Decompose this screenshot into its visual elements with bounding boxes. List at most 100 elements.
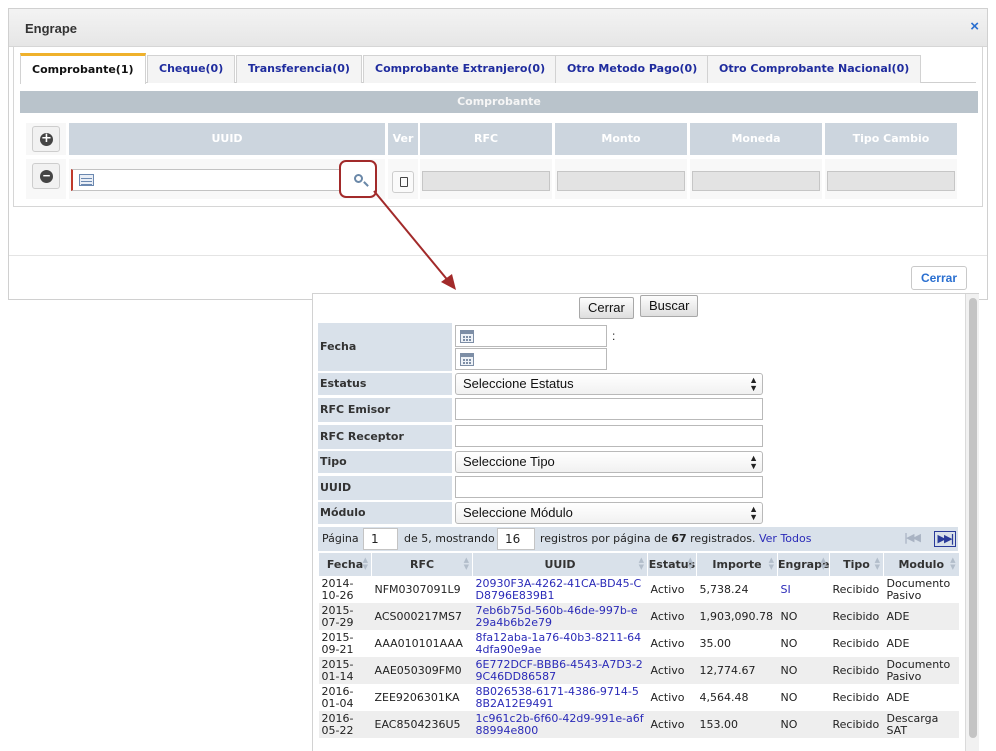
cell-modulo: ADE xyxy=(883,684,959,711)
table-row[interactable]: 2016-01-04 ZEE9206301KA 8B026538-6171-43… xyxy=(318,684,959,711)
cell-importe: 35.00 xyxy=(696,630,778,657)
cell-engrape: NO xyxy=(777,630,830,657)
cell-engrape-link[interactable]: SI xyxy=(777,576,830,603)
lookup-close-button[interactable]: Cerrar xyxy=(579,297,634,319)
table-row[interactable]: 2015-07-29 ACS000217MS7 7eb6b75d-560b-46… xyxy=(318,603,959,630)
minus-circle-icon: − xyxy=(40,169,53,183)
tab-otro-comprobante-nacional[interactable]: Otro Comprobante Nacional(0) xyxy=(707,55,922,83)
grid-moneda-cell xyxy=(690,159,822,199)
magnifier-icon xyxy=(354,174,363,183)
sort-icon: ▲ ▼ xyxy=(820,556,826,571)
cell-uuid-link[interactable]: 20930F3A-4262-41CA-BD45-CD8796E839B1 xyxy=(472,576,648,603)
tipo-select[interactable]: Seleccione Tipo ▲ ▼ xyxy=(455,451,763,473)
table-row[interactable]: 2016-05-22 EAC8504236U5 1c961c2b-6f60-42… xyxy=(318,711,959,738)
close-button[interactable]: Cerrar xyxy=(910,266,967,290)
cell-tipo: Recibido xyxy=(829,630,884,657)
uuid-filter-input[interactable] xyxy=(455,476,763,498)
column-header-estatus[interactable]: Estatus ▲ ▼ xyxy=(647,553,697,576)
rfc-receptor-input[interactable] xyxy=(455,425,763,447)
cell-modulo: Documento Pasivo xyxy=(883,657,959,684)
table-row[interactable]: 2015-01-14 AAE050309FM0 6E772DCF-BBB6-45… xyxy=(318,657,959,684)
table-row[interactable]: 2015-09-21 AAA010101AAA 8fa12aba-1a76-40… xyxy=(318,630,959,657)
panel-scrollbar[interactable] xyxy=(965,294,979,751)
cell-modulo: Documento Pasivo xyxy=(883,576,959,603)
pagination-bar: Página 1 de 5, mostrando 16 registros po… xyxy=(318,527,958,551)
document-icon xyxy=(400,177,408,187)
column-header-fecha[interactable]: Fecha ▲ ▼ xyxy=(318,553,372,576)
view-all-link[interactable]: Ver Todos xyxy=(759,532,811,545)
engrape-dialog: Engrape × Comprobante(1) Cheque(0) Trans… xyxy=(8,8,988,300)
text-field-icon xyxy=(79,174,94,186)
tab-comprobante-extranjero[interactable]: Comprobante Extranjero(0) xyxy=(363,55,558,83)
cell-fecha: 2016-01-04 xyxy=(318,684,372,711)
cell-uuid-link[interactable]: 7eb6b75d-560b-46de-997b-e29a4b6b2e79 xyxy=(472,603,648,630)
tab-transferencia[interactable]: Transferencia(0) xyxy=(236,55,362,83)
results-table: Fecha ▲ ▼ RFC ▲ ▼ UUID ▲ ▼ Estatus ▲ ▼ Importe ▲ ▼… xyxy=(318,553,959,738)
lookup-search-button[interactable]: Buscar xyxy=(640,295,699,317)
grid-ver-cell xyxy=(388,159,418,199)
page-number-input[interactable]: 1 xyxy=(363,528,398,550)
column-header-rfc[interactable]: RFC ▲ ▼ xyxy=(371,553,473,576)
cell-tipo: Recibido xyxy=(829,603,884,630)
cell-tipo: Recibido xyxy=(829,684,884,711)
fecha-hasta-input[interactable] xyxy=(455,348,607,370)
cell-fecha: 2015-01-14 xyxy=(318,657,372,684)
results-header-row: Fecha ▲ ▼ RFC ▲ ▼ UUID ▲ ▼ Estatus ▲ ▼ Importe ▲ ▼… xyxy=(318,553,959,576)
table-row[interactable]: 2014-10-26 NFM0307091L9 20930F3A-4262-41… xyxy=(318,576,959,603)
cell-estatus: Activo xyxy=(647,603,697,630)
column-header-tipo[interactable]: Tipo ▲ ▼ xyxy=(829,553,884,576)
rfc-emisor-input[interactable] xyxy=(455,398,763,420)
tab-comprobante[interactable]: Comprobante(1) xyxy=(20,53,146,84)
cell-uuid-link[interactable]: 8B026538-6171-4386-9714-58B2A12E9491 xyxy=(472,684,648,711)
cell-importe: 1,903,090.78 xyxy=(696,603,778,630)
last-page-icon[interactable]: ▶▶| xyxy=(934,531,956,547)
fecha-desde-input[interactable] xyxy=(455,325,607,347)
remove-row-button[interactable]: − xyxy=(32,163,60,189)
cell-tipo: Recibido xyxy=(829,657,884,684)
grid-rfc-cell xyxy=(420,159,552,199)
cell-importe: 153.00 xyxy=(696,711,778,738)
estatus-select[interactable]: Seleccione Estatus ▲ ▼ xyxy=(455,373,763,395)
first-page-icon[interactable]: |◀◀ xyxy=(904,531,924,547)
cell-fecha: 2015-07-29 xyxy=(318,603,372,630)
column-header-ver: Ver xyxy=(388,123,418,155)
grid-monto-cell xyxy=(555,159,687,199)
per-page-input[interactable]: 16 xyxy=(497,528,535,550)
cell-estatus: Activo xyxy=(647,711,697,738)
sort-icon: ▲ ▼ xyxy=(463,556,469,571)
column-header-importe[interactable]: Importe ▲ ▼ xyxy=(696,553,778,576)
view-document-button[interactable] xyxy=(392,171,414,193)
close-icon[interactable]: × xyxy=(970,19,979,35)
cell-uuid-link[interactable]: 8fa12aba-1a76-40b3-8211-644dfa90e9ae xyxy=(472,630,648,657)
sort-icon: ▲ ▼ xyxy=(874,556,880,571)
grid-tipo-cambio-cell xyxy=(825,159,957,199)
column-header-uuid[interactable]: UUID ▲ ▼ xyxy=(472,553,648,576)
dialog-title: Engrape xyxy=(25,21,78,36)
add-row-button[interactable]: + xyxy=(32,126,60,152)
tab-otro-metodo-pago[interactable]: Otro Metodo Pago(0) xyxy=(555,55,710,83)
column-header-tipo-cambio: Tipo Cambio xyxy=(825,123,957,155)
column-header-label: Modulo xyxy=(898,558,945,571)
uuid-input[interactable] xyxy=(71,169,345,191)
cell-fecha: 2016-05-22 xyxy=(318,711,372,738)
scrollbar-thumb[interactable] xyxy=(969,298,977,738)
tab-cheque[interactable]: Cheque(0) xyxy=(147,55,236,83)
modulo-select[interactable]: Seleccione Módulo ▲ ▼ xyxy=(455,502,763,524)
uuid-search-button[interactable] xyxy=(339,160,377,198)
cell-estatus: Activo xyxy=(647,684,697,711)
cell-importe: 12,774.67 xyxy=(696,657,778,684)
select-arrows-icon: ▲ ▼ xyxy=(749,375,758,393)
cell-uuid-link[interactable]: 6E772DCF-BBB6-4543-A7D3-29C46DD86587 xyxy=(472,657,648,684)
grid-remove-cell: − xyxy=(26,159,66,199)
cell-estatus: Activo xyxy=(647,576,697,603)
cell-uuid-link[interactable]: 1c961c2b-6f60-42d9-991e-a6f88994e800 xyxy=(472,711,648,738)
column-header-engrape[interactable]: Engrape ▲ ▼ xyxy=(777,553,830,576)
select-arrows-icon: ▲ ▼ xyxy=(749,453,758,471)
cell-tipo: Recibido xyxy=(829,576,884,603)
cell-importe: 5,738.24 xyxy=(696,576,778,603)
cell-fecha: 2015-09-21 xyxy=(318,630,372,657)
cell-tipo: Recibido xyxy=(829,711,884,738)
records-summary: registros por página de 67 registrados. … xyxy=(540,532,811,545)
modulo-select-value: Seleccione Módulo xyxy=(463,505,573,520)
column-header-modulo[interactable]: Modulo ▲ ▼ xyxy=(883,553,959,576)
